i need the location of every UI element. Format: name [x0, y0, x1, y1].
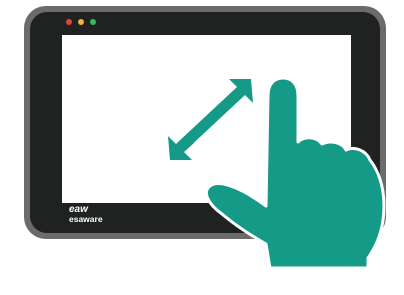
- close-dot: [66, 19, 72, 25]
- brand-name: esaware: [69, 214, 103, 224]
- minimize-dot: [78, 19, 84, 25]
- tablet-illustration: eaw esaware: [0, 0, 404, 295]
- maximize-dot: [90, 19, 96, 25]
- illustration-svg: eaw esaware: [24, 6, 386, 270]
